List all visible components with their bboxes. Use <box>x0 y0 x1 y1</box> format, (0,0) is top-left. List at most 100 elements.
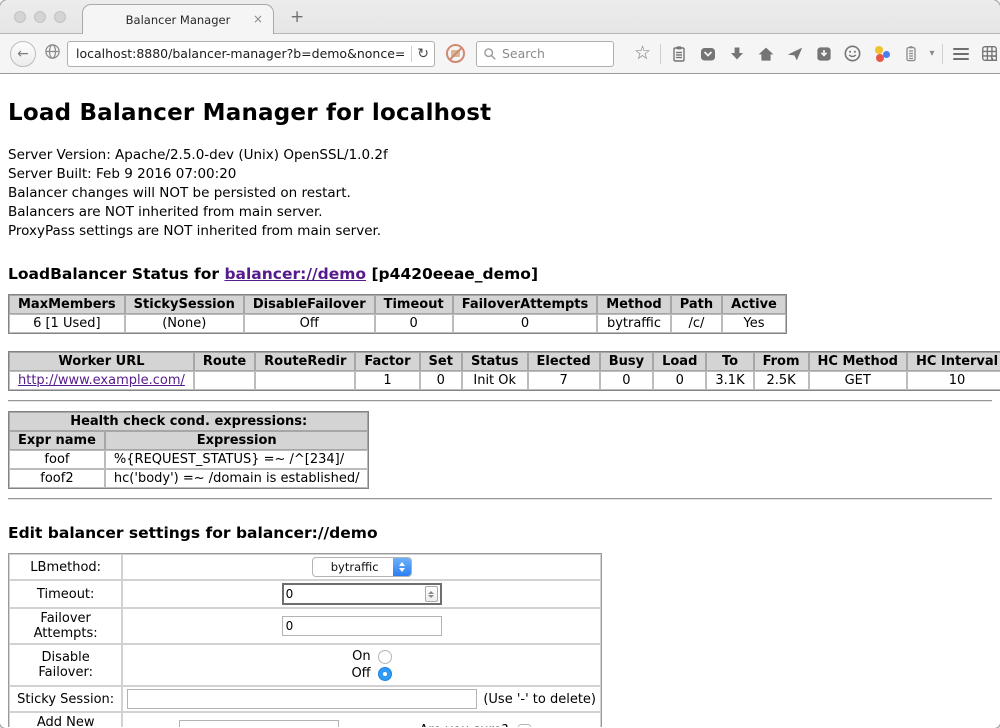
search-bar[interactable] <box>476 41 614 67</box>
globe-icon[interactable] <box>44 43 61 64</box>
notepad-icon <box>902 45 920 63</box>
balancer-demo-link[interactable]: balancer://demo <box>224 265 366 283</box>
table-row: foof2 hc('body') =~ /domain is establish… <box>9 469 368 488</box>
balancer-status-table: MaxMembers StickySession DisableFailover… <box>8 294 787 334</box>
timeout-field <box>282 583 442 605</box>
failover-attempts-label: Failover Attempts: <box>9 608 122 644</box>
radio-off[interactable] <box>378 667 392 681</box>
failover-attempts-input[interactable] <box>282 616 442 636</box>
page-title: Load Balancer Manager for localhost <box>8 100 992 126</box>
window-close-button[interactable] <box>14 11 26 23</box>
server-version-line: Server Version: Apache/2.5.0-dev (Unix) … <box>8 146 992 165</box>
sticky-session-row: Sticky Session: (Use '-' to delete) <box>9 686 601 712</box>
toolbar-icons: ☆ <box>628 44 1000 64</box>
square-download-icon <box>815 45 833 63</box>
pocket-button[interactable] <box>693 45 722 63</box>
sticky-session-hint: (Use '-' to delete) <box>483 692 596 707</box>
divider <box>8 498 992 500</box>
failover-attempts-row: Failover Attempts: <box>9 608 601 644</box>
divider <box>8 400 992 402</box>
table-header-row: MaxMembers StickySession DisableFailover… <box>9 295 786 314</box>
tab-bar: Balancer Manager × + <box>0 0 1000 34</box>
chevron-down-icon[interactable]: ▾ <box>925 48 939 59</box>
tab-balancer-manager[interactable]: Balancer Manager × <box>82 4 274 34</box>
health-check-table: Health check cond. expressions: Expr nam… <box>8 411 369 489</box>
back-arrow-icon: ← <box>17 46 29 62</box>
search-input[interactable] <box>502 46 607 61</box>
colored-dots-icon <box>873 45 891 63</box>
timeout-row: Timeout: <box>9 580 601 608</box>
extension-colordots-button[interactable] <box>867 45 896 63</box>
new-tab-button[interactable]: + <box>290 7 304 27</box>
add-worker-row: Add New Worker: Are you sure? <box>9 712 601 727</box>
lbmethod-row: LBmethod: bytraffic <box>9 554 601 580</box>
worker-url-link[interactable]: http://www.example.com/ <box>18 373 185 388</box>
downloads-button[interactable] <box>722 45 751 63</box>
disable-failover-row: Disable Failover: On Off <box>9 644 601 686</box>
grid-icon <box>980 44 999 63</box>
tab-groups-button[interactable] <box>975 44 1000 63</box>
pocket-icon <box>699 45 717 63</box>
home-button[interactable] <box>751 45 780 63</box>
edit-balancer-form: LBmethod: bytraffic Timeout: <box>8 553 602 727</box>
server-info: Server Version: Apache/2.5.0-dev (Unix) … <box>8 146 992 241</box>
navigation-toolbar: ← localhost:8880/balancer-manager?b=demo… <box>0 34 1000 74</box>
table-header-row: Expr name Expression <box>9 431 368 450</box>
edit-balancer-heading: Edit balancer settings for balancer://de… <box>8 524 992 542</box>
timeout-label: Timeout: <box>9 580 122 608</box>
radio-on-label: On <box>352 649 370 664</box>
bookmark-star-button[interactable]: ☆ <box>628 44 657 63</box>
smiley-icon <box>843 44 862 63</box>
window-controls <box>14 11 66 23</box>
stepper-icon[interactable] <box>425 586 438 602</box>
worker-status-table: Worker URL Route RouteRedir Factor Set S… <box>8 351 1000 391</box>
content-blocked-icon[interactable] <box>446 44 465 63</box>
table-header-row: Worker URL Route RouteRedir Factor Set S… <box>9 352 1000 371</box>
inherit-note-line: Balancers are NOT inherited from main se… <box>8 203 992 222</box>
server-built-line: Server Built: Feb 9 2016 07:00:20 <box>8 165 992 184</box>
window-zoom-button[interactable] <box>54 11 66 23</box>
proxypass-note-line: ProxyPass settings are NOT inherited fro… <box>8 222 992 241</box>
radio-off-label: Off <box>351 666 370 681</box>
disable-failover-label: Disable Failover: <box>9 644 122 686</box>
search-icon <box>483 47 497 61</box>
browser-window: Balancer Manager × + ← localhost:8880/ba… <box>0 0 1000 728</box>
save-page-button[interactable] <box>809 45 838 63</box>
paper-plane-icon <box>786 45 804 63</box>
add-worker-input[interactable] <box>179 720 339 727</box>
menu-button[interactable] <box>946 48 975 60</box>
sticky-session-input[interactable] <box>127 689 477 709</box>
tab-close-icon[interactable]: × <box>253 13 263 25</box>
confirm-checkbox[interactable] <box>518 724 531 728</box>
radio-on[interactable] <box>378 650 392 664</box>
window-minimize-button[interactable] <box>34 11 46 23</box>
hamburger-icon <box>953 48 969 60</box>
home-icon <box>757 45 775 63</box>
tab-title: Balancer Manager <box>126 13 231 27</box>
loadbalancer-status-heading: LoadBalancer Status for balancer://demo … <box>8 265 992 283</box>
back-button[interactable]: ← <box>10 41 36 67</box>
table-row: foof %{REQUEST_STATUS} =~ /^[234]/ <box>9 450 368 469</box>
table-title-row: Health check cond. expressions: <box>9 412 368 431</box>
timeout-input[interactable] <box>286 587 425 601</box>
clipboard-icon <box>670 45 688 63</box>
sticky-session-label: Sticky Session: <box>9 686 122 712</box>
url-text: localhost:8880/balancer-manager?b=demo&n… <box>76 46 406 61</box>
notes-panel-button[interactable] <box>896 45 925 63</box>
select-arrows-icon <box>393 558 411 576</box>
url-bar[interactable]: localhost:8880/balancer-manager?b=demo&n… <box>67 41 435 67</box>
confirm-label: Are you sure? <box>419 723 508 728</box>
download-arrow-icon <box>728 45 746 63</box>
star-icon: ☆ <box>634 44 651 63</box>
lbmethod-select[interactable]: bytraffic <box>312 557 412 577</box>
lbmethod-label: LBmethod: <box>9 554 122 580</box>
table-row: 6 [1 Used] (None) Off 0 0 bytraffic /c/ … <box>9 314 786 333</box>
reload-icon[interactable]: ↻ <box>417 47 429 61</box>
reading-list-button[interactable] <box>664 45 693 63</box>
add-worker-label: Add New Worker: <box>9 712 122 727</box>
send-tab-button[interactable] <box>780 45 809 63</box>
table-row: http://www.example.com/ 1 0 Init Ok 7 0 … <box>9 371 1000 390</box>
persist-note-line: Balancer changes will NOT be persisted o… <box>8 184 992 203</box>
page-content: Load Balancer Manager for localhost Serv… <box>0 74 1000 727</box>
feedback-button[interactable] <box>838 44 867 63</box>
